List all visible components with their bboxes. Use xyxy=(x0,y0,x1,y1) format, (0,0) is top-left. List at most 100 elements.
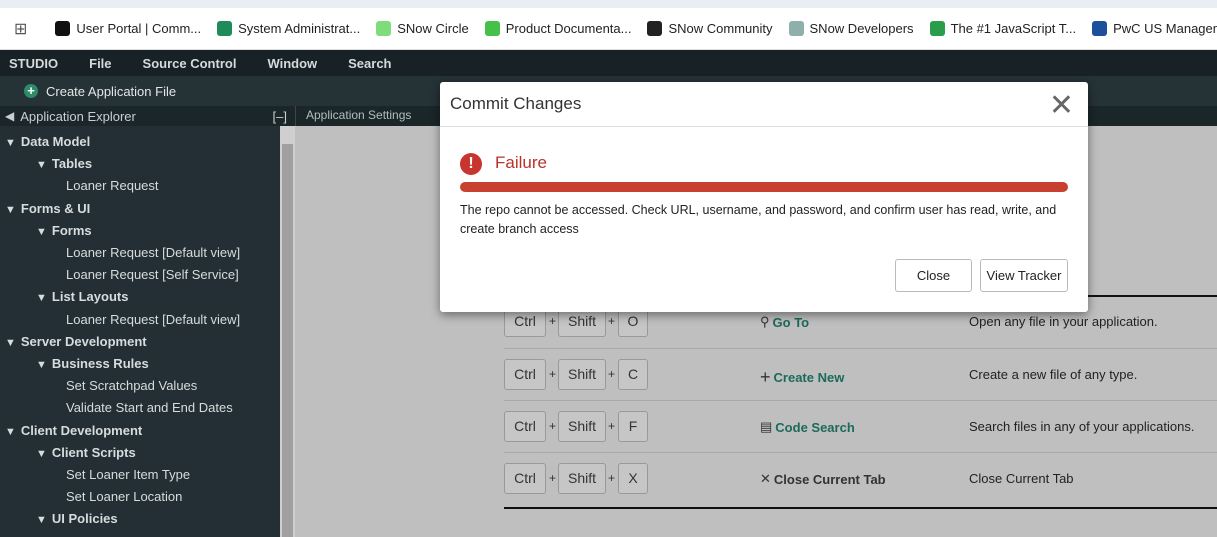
bookmark-favicon-icon xyxy=(376,21,392,36)
close-icon[interactable]: ✕ xyxy=(1049,88,1074,123)
shortcut-description: Close Current Tab xyxy=(969,471,1074,486)
bookmark-item[interactable]: SNow Community xyxy=(647,21,773,36)
bookmark-item[interactable]: SNow Circle xyxy=(376,21,469,36)
close-button[interactable]: Close xyxy=(895,259,972,292)
bookmark-favicon-icon xyxy=(788,21,804,36)
plus-separator: + xyxy=(549,314,557,328)
tree-item[interactable]: Loaner Request [Default view] xyxy=(66,242,240,264)
key-cap: C xyxy=(618,359,648,390)
triangle-down-icon[interactable]: ▼ xyxy=(36,226,47,238)
row-divider xyxy=(504,452,1217,453)
action-label: Close Current Tab xyxy=(773,471,886,487)
tree-item-label: Forms xyxy=(51,222,92,238)
key-cap: X xyxy=(618,463,648,494)
bookmark-favicon-icon xyxy=(55,21,71,36)
tree-item[interactable]: ▼ Business Rules xyxy=(36,353,149,375)
circle-arrow-left-icon[interactable]: ◀ xyxy=(5,109,14,123)
menu-item[interactable]: File xyxy=(89,56,111,71)
key-cap: Shift xyxy=(558,411,606,442)
progress-bar xyxy=(460,182,1068,192)
search-icon: ⚲ xyxy=(760,314,770,329)
bookmark-label: User Portal | Comm... xyxy=(76,21,202,36)
tree-item[interactable]: Loaner Request xyxy=(66,175,159,197)
tree-item[interactable]: Set Loaner Item Type xyxy=(66,464,190,486)
plus-icon: + xyxy=(24,84,38,98)
bookmark-item[interactable]: Product Documenta... xyxy=(484,21,632,36)
tree-item-label: Tables xyxy=(51,156,93,172)
tree-item[interactable]: ▼ Server Development xyxy=(5,331,147,353)
tree-item[interactable]: Loaner Request [Default view] xyxy=(66,309,240,331)
tree-item-label: UI Policies xyxy=(51,511,118,527)
tree-item[interactable]: ▼ List Layouts xyxy=(36,286,128,308)
studio-menubar: STUDIO File Source Control Window Search xyxy=(0,50,1217,76)
plus-separator: + xyxy=(549,471,557,485)
bookmark-item[interactable]: SNow Developers xyxy=(788,21,914,36)
shortcut-action-link[interactable]: ✕ Close Current Tab xyxy=(760,471,886,487)
apps-grid-icon[interactable]: ⊞ xyxy=(14,19,27,39)
bookmark-item[interactable]: System Administrat... xyxy=(217,21,360,36)
triangle-down-icon[interactable]: ▼ xyxy=(36,448,47,460)
explorer-title: Application Explorer xyxy=(20,108,136,124)
menu-item[interactable]: Window xyxy=(267,56,317,71)
tree-item-label: Client Development xyxy=(20,422,143,438)
key-cap: Shift xyxy=(558,463,606,494)
triangle-down-icon[interactable]: ▼ xyxy=(5,337,16,349)
row-divider xyxy=(504,348,1217,349)
tree-item-label: Set Scratchpad Values xyxy=(66,378,198,394)
scrollbar-thumb[interactable] xyxy=(282,144,293,537)
tree-item[interactable]: Validate Start and End Dates xyxy=(66,397,233,419)
triangle-down-icon[interactable]: ▼ xyxy=(36,292,47,304)
tree-item[interactable]: ▼ Client Development xyxy=(5,420,142,442)
tree-item-label: Loaner Request [Default view] xyxy=(66,245,241,260)
shortcut-action-link[interactable]: ▤ Code Search xyxy=(760,419,855,435)
tab-application-settings[interactable]: Application Settings xyxy=(296,106,421,124)
tree-item-label: Set Loaner Item Type xyxy=(66,467,191,482)
plus-icon: + xyxy=(760,367,771,387)
view-tracker-button[interactable]: View Tracker xyxy=(980,259,1068,292)
tree-item-label: Forms & UI xyxy=(20,200,91,216)
table-bottom-border xyxy=(504,507,1217,509)
status-text: Failure xyxy=(495,153,547,172)
tree-item[interactable]: ▼ Tables xyxy=(36,153,92,175)
commit-changes-dialog: Commit Changes ✕ ! Failure The repo cann… xyxy=(440,82,1088,312)
plus-separator: + xyxy=(608,419,616,433)
application-explorer-tree: ▼ Data Model ▼ Tables Loaner Request ▼ Forms &… xyxy=(0,126,280,537)
tree-item[interactable]: Loaner Request [Self Service] xyxy=(66,264,239,286)
tree-item[interactable]: ▼ UI Policies xyxy=(36,508,118,530)
bookmark-item[interactable]: The #1 JavaScript T... xyxy=(929,21,1076,36)
create-application-file-label[interactable]: Create Application File xyxy=(46,84,176,99)
tree-item[interactable]: ▼ Data Model xyxy=(5,131,90,153)
plus-separator: + xyxy=(549,419,557,433)
triangle-down-icon[interactable]: ▼ xyxy=(5,426,16,438)
bookmark-item[interactable]: PwC US Manageme... xyxy=(1092,21,1217,36)
bookmarks-bar: ⊞ User Portal | Comm... System Administra… xyxy=(0,8,1217,50)
triangle-down-icon[interactable]: ▼ xyxy=(36,359,47,371)
triangle-down-icon[interactable]: ▼ xyxy=(5,137,16,149)
bookmark-favicon-icon xyxy=(647,21,663,36)
triangle-down-icon[interactable]: ▼ xyxy=(36,159,47,171)
menu-item[interactable]: Search xyxy=(348,56,391,71)
tree-item[interactable]: Set Loaner Location xyxy=(66,486,182,508)
action-label: Go To xyxy=(772,314,810,330)
dialog-title: Commit Changes xyxy=(450,94,582,113)
collapse-button[interactable]: [–] xyxy=(273,109,287,124)
tree-item-label: Client Scripts xyxy=(51,444,136,460)
tree-item[interactable]: ▼ Client Scripts xyxy=(36,442,136,464)
action-label: Create New xyxy=(773,370,845,385)
shortcut-action-link[interactable]: + Create New xyxy=(760,367,844,388)
tree-item[interactable]: Set Scratchpad Values xyxy=(66,375,197,397)
tree-item-label: Loaner Request xyxy=(66,178,159,194)
menu-item[interactable]: Source Control xyxy=(143,56,237,71)
menu-item[interactable]: STUDIO xyxy=(9,56,58,71)
bookmark-label: Product Documenta... xyxy=(505,21,632,36)
key-cap: Ctrl xyxy=(504,463,546,494)
close-icon: ✕ xyxy=(760,471,771,486)
shortcut-action-link[interactable]: ⚲ Go To xyxy=(760,314,809,330)
code-search-icon: ▤ xyxy=(760,419,773,434)
tree-item[interactable]: ▼ Forms & UI xyxy=(5,198,90,220)
bookmark-item[interactable]: User Portal | Comm... xyxy=(55,21,201,36)
tree-item[interactable]: ▼ Forms xyxy=(36,220,92,242)
bookmark-label: SNow Circle xyxy=(397,21,469,36)
triangle-down-icon[interactable]: ▼ xyxy=(36,514,47,526)
triangle-down-icon[interactable]: ▼ xyxy=(5,204,16,216)
